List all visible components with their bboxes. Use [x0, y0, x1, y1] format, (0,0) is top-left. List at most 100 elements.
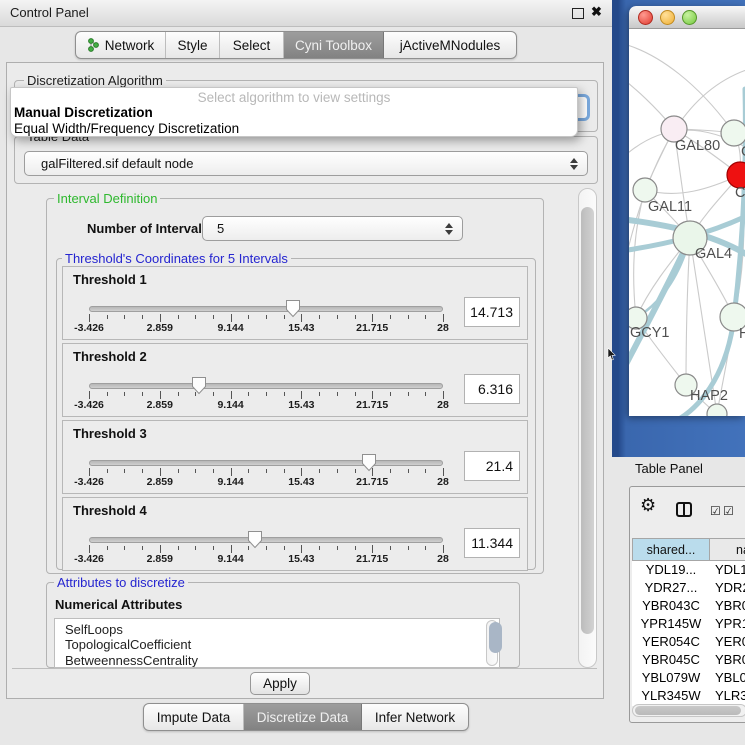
- table-row[interactable]: YBR045CYBR0: [632, 651, 745, 669]
- tab-impute-data[interactable]: Impute Data: [144, 704, 244, 730]
- table-row[interactable]: YLR345WYLR3: [632, 687, 745, 705]
- tab-jactivemnodules[interactable]: jActiveMNodules: [384, 32, 516, 58]
- slider-tick: [124, 469, 125, 473]
- threshold-value-field[interactable]: 6.316: [464, 374, 520, 404]
- slider-tick: [266, 392, 267, 396]
- tab-infer-network-label: Infer Network: [375, 710, 455, 725]
- slider-tick-label: 15.43: [288, 476, 314, 488]
- numerical-attributes-list: SelfLoopsTopologicalCoefficientBetweenne…: [54, 618, 500, 668]
- slider-tick: [443, 314, 444, 322]
- checkbox-checked-icon[interactable]: ☑: [723, 504, 734, 518]
- cell-shared-name: YDL19...: [632, 562, 710, 577]
- close-traffic-light-icon[interactable]: [638, 10, 653, 25]
- table-row[interactable]: YBL079WYBL0: [632, 669, 745, 687]
- cell-name: YBR0: [715, 652, 745, 667]
- slider-tick-label: 15.43: [288, 553, 314, 565]
- zoom-traffic-light-icon[interactable]: [682, 10, 697, 25]
- checkbox-checked-icon[interactable]: ☑: [710, 504, 721, 518]
- threshold-value-field[interactable]: 14.713: [464, 297, 520, 327]
- attributes-list-scrollbar-thumb[interactable]: [489, 622, 502, 653]
- minimize-traffic-light-icon[interactable]: [660, 10, 675, 25]
- table-row[interactable]: YER054CYER0: [632, 633, 745, 651]
- slider-tick: [390, 469, 391, 473]
- viewport-divider: [12, 668, 597, 669]
- cell-name: YER0: [715, 634, 745, 649]
- gear-icon[interactable]: ⚙: [640, 495, 656, 516]
- column-header-name-label: na: [736, 543, 745, 557]
- threshold-slider-track[interactable]: [89, 306, 443, 312]
- tab-cyni-toolbox[interactable]: Cyni Toolbox: [284, 32, 384, 58]
- tab-discretize-data[interactable]: Discretize Data: [244, 704, 362, 730]
- slider-tick: [142, 392, 143, 396]
- tab-infer-network[interactable]: Infer Network: [362, 704, 468, 730]
- table-row[interactable]: YBR043CYBR0: [632, 597, 745, 615]
- split-columns-icon[interactable]: [676, 502, 692, 517]
- threshold-slider-thumb[interactable]: [285, 299, 301, 318]
- column-header-shared-name[interactable]: shared...: [632, 538, 710, 561]
- slider-tick: [213, 469, 214, 473]
- slider-tick: [301, 468, 302, 476]
- panel-scrollbar-thumb[interactable]: [581, 207, 594, 634]
- threshold-slider-thumb[interactable]: [247, 530, 263, 549]
- slider-tick: [355, 315, 356, 319]
- algorithm-option-manual[interactable]: Manual Discretization: [11, 105, 577, 121]
- network-canvas[interactable]: GAL80GCGAL11GAL4GCY1HHAP2: [629, 29, 745, 416]
- slider-tick: [248, 469, 249, 473]
- slider-tick: [107, 392, 108, 396]
- algorithm-option-equal-width[interactable]: Equal Width/Frequency Discretization: [11, 121, 577, 137]
- slider-tick: [124, 546, 125, 550]
- slider-tick: [337, 315, 338, 319]
- slider-tick: [425, 469, 426, 473]
- column-header-name[interactable]: na: [709, 538, 745, 561]
- table-row[interactable]: YPR145WYPR1: [632, 615, 745, 633]
- threshold-slider-track[interactable]: [89, 537, 443, 543]
- slider-tick: [443, 545, 444, 553]
- tab-style[interactable]: Style: [166, 32, 220, 58]
- number-of-intervals-combobox[interactable]: 5: [202, 216, 463, 241]
- numerical-attribute-item[interactable]: TopologicalCoefficient: [55, 637, 499, 652]
- slider-tick: [124, 392, 125, 396]
- numerical-attributes-heading: Numerical Attributes: [52, 597, 185, 612]
- table-horizontal-scrollbar[interactable]: [632, 704, 745, 717]
- table-data-combobox[interactable]: galFiltered.sif default node: [24, 151, 588, 176]
- threshold-slider-thumb[interactable]: [191, 376, 207, 395]
- slider-tick-label: 28: [437, 399, 449, 411]
- slider-tick-label: 28: [437, 476, 449, 488]
- threshold-slider-track[interactable]: [89, 460, 443, 466]
- slider-tick-label: 21.715: [356, 322, 388, 334]
- slider-tick-label: -3.426: [74, 399, 104, 411]
- tab-select[interactable]: Select: [220, 32, 284, 58]
- close-icon[interactable]: ✖: [591, 4, 602, 20]
- panel-scrollbar[interactable]: [578, 188, 597, 668]
- slider-tick: [337, 546, 338, 550]
- table-row[interactable]: YDR27...YDR2: [632, 579, 745, 597]
- apply-button-label: Apply: [263, 676, 297, 691]
- table-row[interactable]: YDL19...YDL1: [632, 561, 745, 579]
- slider-tick-label: 15.43: [288, 322, 314, 334]
- numerical-attribute-item[interactable]: BetweennessCentrality: [55, 653, 499, 668]
- threshold-value-field[interactable]: 21.4: [464, 451, 520, 481]
- numerical-attribute-item[interactable]: SelfLoops: [55, 622, 499, 637]
- tab-cyni-toolbox-label: Cyni Toolbox: [295, 38, 372, 53]
- slider-tick: [142, 546, 143, 550]
- slider-tick-label: -3.426: [74, 476, 104, 488]
- threshold-slider-track[interactable]: [89, 383, 443, 389]
- slider-tick: [107, 546, 108, 550]
- slider-tick: [213, 315, 214, 319]
- control-panel-titlebar: Control Panel ✖: [0, 0, 612, 27]
- slider-tick: [301, 314, 302, 322]
- table-horizontal-scrollbar-thumb[interactable]: [635, 706, 741, 715]
- slider-tick: [408, 546, 409, 550]
- slider-tick: [301, 545, 302, 553]
- slider-tick-label: 2.859: [147, 322, 173, 334]
- slider-tick: [390, 546, 391, 550]
- threshold-value-field[interactable]: 11.344: [464, 528, 520, 558]
- float-window-icon[interactable]: [572, 8, 584, 19]
- tab-network[interactable]: Network: [76, 32, 166, 58]
- attributes-list-scrollbar[interactable]: [486, 620, 498, 666]
- slider-tick: [160, 314, 161, 322]
- network-node[interactable]: [721, 120, 745, 146]
- apply-button[interactable]: Apply: [250, 672, 310, 695]
- network-node[interactable]: [707, 404, 727, 416]
- threshold-slider-thumb[interactable]: [361, 453, 377, 472]
